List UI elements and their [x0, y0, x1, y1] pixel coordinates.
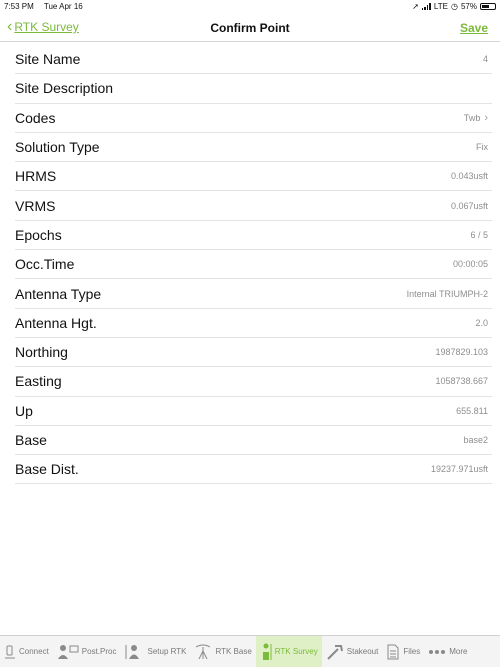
field-label: Epochs — [15, 226, 62, 243]
field-value-text: 2.0 — [475, 317, 488, 328]
field-value-text: 0.043usft — [450, 171, 488, 182]
field-value-text: Twb — [463, 112, 481, 123]
tab-stakeout[interactable]: Stakeout — [322, 636, 383, 667]
field-row-up[interactable]: Up 655.811 — [15, 397, 492, 426]
navigation-bar: ‹ RTK Survey Confirm Point Save — [0, 14, 500, 42]
field-row-base[interactable]: Base base2 — [15, 426, 492, 456]
field-row-site-name[interactable]: Site Name 4 — [15, 45, 492, 75]
field-label: HRMS — [15, 168, 57, 185]
field-value: 1987829.103 — [435, 347, 492, 357]
location-icon: ➚ — [412, 2, 419, 11]
field-row-vrms[interactable]: VRMS 0.067usft — [15, 191, 492, 221]
more-icon — [428, 649, 446, 655]
field-value: 655.811 — [456, 406, 492, 416]
field-value: 0.043usft — [451, 171, 492, 181]
tab-rtk-survey[interactable]: RTK Survey — [255, 636, 322, 667]
field-label: Antenna Hgt. — [15, 314, 97, 331]
network-label: LTE — [433, 2, 448, 11]
tab-label: RTK Survey — [274, 647, 318, 656]
tab-label: RTK Base — [215, 647, 252, 656]
field-label: Solution Type — [15, 139, 100, 156]
field-label: Easting — [15, 373, 62, 390]
field-value: 0.067usft — [451, 201, 492, 211]
field-row-northing[interactable]: Northing 1987829.103 — [15, 338, 492, 368]
tab-label: Files — [403, 647, 421, 656]
field-label: Site Name — [15, 51, 81, 68]
field-row-hrms[interactable]: HRMS 0.043usft — [15, 162, 492, 192]
field-label: Base — [15, 432, 47, 448]
field-value-text: 0.067usft — [450, 200, 488, 211]
field-row-base-dist[interactable]: Base Dist. 19237.971usft — [15, 455, 492, 485]
field-value-text: 4 — [482, 54, 488, 65]
field-label: Base Dist. — [15, 461, 79, 478]
rtk-base-icon — [194, 644, 212, 660]
field-value-text: 1058738.667 — [435, 376, 488, 387]
field-value-text: 1987829.103 — [435, 347, 488, 358]
tab-label: Stakeout — [346, 647, 379, 656]
tab-label: Setup RTK — [147, 647, 187, 656]
field-value: 00:00:05 — [453, 259, 492, 269]
chevron-right-icon: › — [484, 111, 488, 124]
field-value-text: Internal TRIUMPH-2 — [406, 288, 488, 299]
tab-label: More — [449, 647, 468, 656]
status-left: 7:53 PM Tue Apr 16 — [4, 2, 91, 11]
field-value-text: 19237.971usft — [430, 464, 488, 475]
setup-rtk-icon — [124, 644, 144, 660]
tab-more[interactable]: More — [424, 636, 471, 667]
tab-files[interactable]: Files — [382, 636, 424, 667]
tab-label: Post.Proc — [81, 647, 117, 656]
stakeout-icon — [326, 644, 344, 660]
files-icon — [386, 644, 400, 660]
status-right: ➚ LTE ◷ 57% — [412, 2, 496, 11]
battery-percent: 57% — [460, 2, 477, 11]
field-value: 2.0 — [475, 318, 492, 328]
field-value: Internal TRIUMPH-2 — [407, 289, 492, 299]
save-button[interactable]: Save — [460, 21, 488, 35]
field-label: Antenna Type — [15, 285, 102, 302]
field-row-solution-type[interactable]: Solution Type Fix — [15, 133, 492, 163]
signal-icon — [421, 3, 431, 10]
tab-post-proc[interactable]: Post.Proc — [53, 636, 121, 667]
alarm-icon: ◷ — [451, 2, 458, 11]
battery-icon — [480, 3, 496, 10]
point-field-list: Site Name 4 Site Description Codes Twb › Solut… — [0, 45, 500, 485]
status-bar: 7:53 PM Tue Apr 16 ➚ LTE ◷ 57% — [0, 0, 500, 14]
field-label: Codes — [15, 109, 56, 126]
rtk-survey-icon — [260, 643, 272, 661]
field-row-easting[interactable]: Easting 1058738.667 — [15, 367, 492, 397]
field-row-codes[interactable]: Codes Twb › — [15, 104, 492, 133]
field-value: 19237.971usft — [431, 464, 492, 474]
field-value: Fix — [476, 142, 492, 152]
post-proc-icon — [57, 644, 79, 660]
field-value: 1058738.667 — [435, 376, 492, 386]
field-value: 4 — [483, 54, 492, 64]
tab-setup-rtk[interactable]: Setup RTK — [120, 636, 190, 667]
field-label: Site Description — [15, 80, 114, 97]
field-row-site-description[interactable]: Site Description — [15, 74, 492, 104]
field-value-text: 655.811 — [456, 405, 488, 416]
tab-connect[interactable]: Connect — [0, 636, 53, 667]
status-time: 7:53 PM — [4, 2, 34, 11]
tab-bar: Connect Post.Proc Setup RTK RTK Base RTK Sur… — [0, 635, 500, 667]
field-value-text: base2 — [463, 435, 488, 445]
field-value-text: 00:00:05 — [452, 259, 488, 270]
status-date: Tue Apr 16 — [43, 2, 83, 11]
field-value: 6 / 5 — [470, 230, 492, 240]
field-label: Up — [15, 402, 33, 419]
field-value: base2 — [463, 435, 492, 445]
tab-rtk-base[interactable]: RTK Base — [190, 636, 255, 667]
connect-icon — [4, 645, 16, 659]
field-label: VRMS — [15, 197, 56, 214]
field-row-epochs[interactable]: Epochs 6 / 5 — [15, 221, 492, 251]
field-row-antenna-type[interactable]: Antenna Type Internal TRIUMPH-2 — [15, 279, 492, 309]
field-row-occ-time[interactable]: Occ.Time 00:00:05 — [15, 250, 492, 280]
page-title: Confirm Point — [210, 21, 290, 35]
field-value: Twb › — [464, 112, 492, 124]
field-value-text: Fix — [476, 142, 488, 153]
field-label: Northing — [15, 344, 68, 361]
field-value-text: 6 / 5 — [470, 229, 488, 240]
tab-label: Connect — [19, 647, 49, 656]
field-row-antenna-hgt[interactable]: Antenna Hgt. 2.0 — [15, 309, 492, 338]
field-label: Occ.Time — [15, 256, 75, 273]
